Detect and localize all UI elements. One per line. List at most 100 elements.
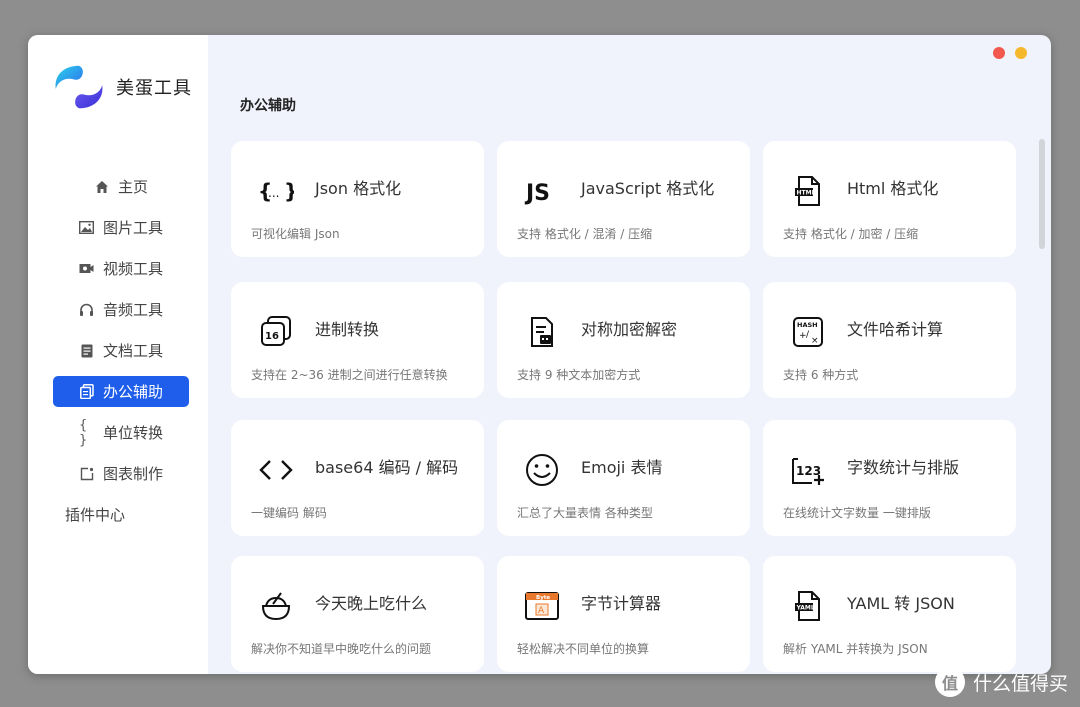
card-title: Emoji 表情 [581, 458, 663, 477]
sidebar-item-unit-conversion[interactable]: { } 单位转换 [53, 417, 189, 448]
minimize-window-button[interactable] [1015, 47, 1027, 59]
watermark: 值 什么值得买 [934, 667, 1068, 697]
sidebar-item-label: 办公辅助 [102, 383, 163, 401]
tool-card-json-formatter[interactable]: {...} Json 格式化 可视化编辑 Json [231, 141, 484, 257]
tool-card-file-hash[interactable]: HASH + / × 文件哈希计算 支持 6 种方式 [763, 282, 1016, 398]
sidebar: 美蛋工具 主页 图片工具 视频工具 音频工具 文档工具 办公辅助 {} 单位转… [28, 35, 208, 674]
card-title: 对称加密解密 [581, 320, 678, 339]
tool-card-word-count[interactable]: 123 字数统计与排版 在线统计文字数量 一键排版 [763, 420, 1016, 536]
tool-card-byte-calculator[interactable]: Byte A 字节计算器 轻松解决不同单位的换算 [497, 556, 750, 672]
sidebar-item-plugin-center[interactable]: 插件中心 [53, 499, 189, 530]
html-file-icon: HTML [790, 173, 826, 209]
svg-text:JS: JS [524, 181, 550, 205]
encrypt-file-icon [524, 314, 560, 350]
sidebar-item-video-tools[interactable]: 视频工具 [53, 253, 189, 284]
main-content: 办公辅助 {...} Json 格式化 可视化编辑 Json JS JavaSc… [208, 35, 1051, 674]
tool-card-yaml-to-json[interactable]: YAML YAML 转 JSON 解析 YAML 并转换为 JSON [763, 556, 1016, 672]
card-description: 解析 YAML 并转换为 JSON [783, 642, 928, 656]
brand: 美蛋工具 [50, 61, 192, 113]
card-description: 轻松解决不同单位的换算 [517, 642, 650, 656]
json-braces-icon: {...} [258, 173, 294, 209]
svg-text:Byte: Byte [536, 595, 550, 601]
sidebar-item-label: 主页 [117, 178, 148, 196]
sidebar-item-label: 插件中心 [65, 506, 126, 524]
tool-card-javascript-formatter[interactable]: JS JavaScript 格式化 支持 格式化 / 混淆 / 压缩 [497, 141, 750, 257]
headphones-icon [79, 302, 95, 318]
card-description: 汇总了大量表情 各种类型 [517, 506, 653, 520]
svg-text:HTML: HTML [797, 190, 816, 197]
card-description: 在线统计文字数量 一键排版 [783, 506, 931, 520]
card-title: base64 编码 / 解码 [315, 458, 459, 477]
card-title: YAML 转 JSON [847, 594, 955, 613]
sidebar-item-label: 图表制作 [102, 465, 163, 483]
tool-card-base-converter[interactable]: 16 进制转换 支持在 2~36 进制之间进行任意转换 [231, 282, 484, 398]
app-name: 美蛋工具 [116, 78, 192, 99]
svg-text:A: A [538, 606, 545, 616]
app-logo-icon [55, 65, 103, 109]
svg-text:}: } [284, 179, 294, 203]
card-description: 可视化编辑 Json [251, 227, 340, 241]
card-title: JavaScript 格式化 [581, 179, 715, 198]
svg-text:HASH: HASH [797, 321, 818, 329]
hash-calc-icon: HASH + / × [790, 314, 826, 350]
copy-icon [79, 384, 95, 400]
tool-card-base64[interactable]: base64 编码 / 解码 一键编码 解码 [231, 420, 484, 536]
yaml-file-icon: YAML [790, 588, 826, 624]
card-title: Html 格式化 [847, 179, 939, 198]
sidebar-item-label: 图片工具 [102, 219, 163, 237]
card-description: 支持 格式化 / 加密 / 压缩 [783, 227, 919, 241]
window-controls [993, 47, 1027, 59]
watermark-text: 什么值得买 [972, 672, 1068, 695]
section-title: 办公辅助 [240, 98, 296, 114]
sidebar-item-label: 音频工具 [102, 301, 163, 319]
sidebar-item-label: 单位转换 [102, 424, 163, 442]
card-title: 字数统计与排版 [847, 458, 960, 477]
js-icon: JS [524, 173, 560, 209]
byte-calc-icon: Byte A [524, 588, 560, 624]
card-title: 进制转换 [315, 320, 380, 339]
home-icon [94, 179, 110, 195]
card-title: 今天晚上吃什么 [315, 594, 428, 613]
food-bowl-icon [258, 588, 294, 624]
smiley-icon [524, 452, 560, 488]
svg-text:123: 123 [796, 464, 821, 478]
sidebar-item-chart-maker[interactable]: 图表制作 [53, 458, 189, 489]
card-title: 字节计算器 [581, 594, 662, 613]
image-icon [79, 220, 95, 236]
card-title: 文件哈希计算 [847, 320, 944, 339]
watermark-badge: 值 [934, 667, 965, 697]
tool-card-dinner-picker[interactable]: 今天晚上吃什么 解决你不知道早中晚吃什么的问题 [231, 556, 484, 672]
sidebar-nav: 主页 图片工具 视频工具 音频工具 文档工具 办公辅助 {} 单位转换 图表制… [28, 161, 208, 540]
code-brackets-icon [258, 452, 294, 488]
card-title: Json 格式化 [315, 179, 402, 198]
base-16-icon: 16 [258, 314, 294, 350]
card-description: 解决你不知道早中晚吃什么的问题 [251, 642, 432, 656]
svg-text:YAML: YAML [796, 605, 815, 612]
card-description: 一键编码 解码 [251, 506, 327, 520]
card-description: 支持 9 种文本加密方式 [517, 368, 641, 382]
vertical-scrollbar[interactable] [1039, 139, 1045, 249]
svg-text:/: / [806, 330, 810, 340]
close-window-button[interactable] [993, 47, 1005, 59]
document-icon [79, 343, 95, 359]
tool-card-html-formatter[interactable]: HTML Html 格式化 支持 格式化 / 加密 / 压缩 [763, 141, 1016, 257]
sidebar-item-audio-tools[interactable]: 音频工具 [53, 294, 189, 325]
card-description: 支持在 2~36 进制之间进行任意转换 [251, 368, 448, 382]
sidebar-item-image-tools[interactable]: 图片工具 [53, 212, 189, 243]
sidebar-item-label: 文档工具 [102, 342, 163, 360]
word-count-icon: 123 [790, 452, 826, 488]
sidebar-item-home[interactable]: 主页 [53, 171, 189, 202]
chart-icon [79, 466, 95, 482]
tool-card-emoji[interactable]: Emoji 表情 汇总了大量表情 各种类型 [497, 420, 750, 536]
svg-text:×: × [811, 336, 819, 346]
app-window: 美蛋工具 主页 图片工具 视频工具 音频工具 文档工具 办公辅助 {} 单位转… [28, 35, 1051, 674]
sidebar-item-office-assistant[interactable]: 办公辅助 [53, 376, 189, 407]
braces-icon: { } [78, 417, 88, 448]
card-description: 支持 格式化 / 混淆 / 压缩 [517, 227, 653, 241]
tool-card-symmetric-encryption[interactable]: 对称加密解密 支持 9 种文本加密方式 [497, 282, 750, 398]
svg-text:...: ... [268, 186, 279, 200]
sidebar-item-document-tools[interactable]: 文档工具 [53, 335, 189, 366]
card-description: 支持 6 种方式 [783, 368, 859, 382]
sidebar-item-label: 视频工具 [102, 260, 163, 278]
svg-text:16: 16 [265, 331, 279, 342]
